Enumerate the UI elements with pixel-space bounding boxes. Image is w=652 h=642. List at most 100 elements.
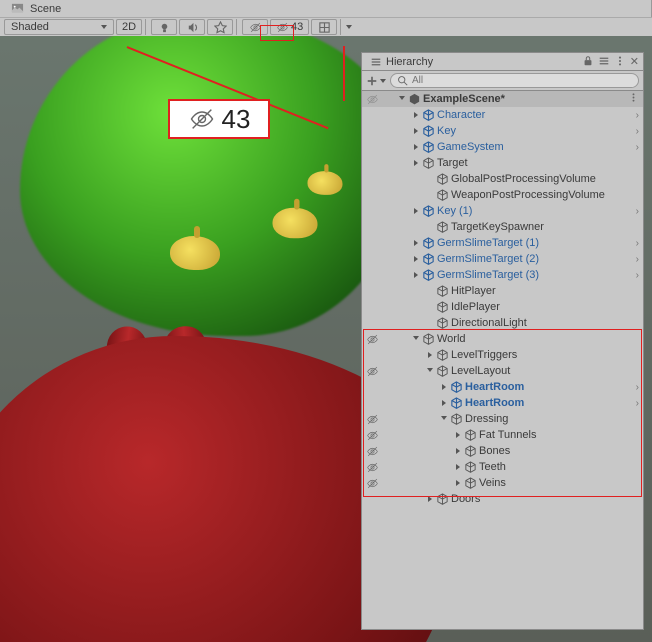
chevron-right-icon[interactable]: › (636, 270, 639, 281)
visibility-toggle[interactable] (362, 461, 382, 474)
foldout-toggle[interactable] (396, 96, 407, 103)
foldout-toggle[interactable] (410, 336, 421, 343)
gameobject-icon (421, 156, 435, 170)
foldout-toggle[interactable] (438, 416, 449, 423)
tree-row[interactable]: LevelTriggers (362, 347, 643, 363)
tree-row[interactable]: Bones (362, 443, 643, 459)
foldout-toggle[interactable] (438, 400, 449, 406)
gameobject-icon (435, 492, 449, 506)
chevron-right-icon[interactable]: › (636, 142, 639, 153)
chevron-right-icon[interactable]: › (636, 238, 639, 249)
chevron-right-icon[interactable]: › (636, 206, 639, 217)
tree-row[interactable]: HeartRoom› (362, 395, 643, 411)
scene-tab[interactable]: Scene (0, 0, 652, 17)
foldout-toggle[interactable] (410, 112, 421, 118)
create-button[interactable] (366, 75, 386, 87)
draw-mode-dropdown[interactable]: Shaded (4, 19, 114, 35)
foldout-toggle[interactable] (410, 160, 421, 166)
tree-row[interactable]: Target (362, 155, 643, 171)
tree-row[interactable]: TargetKeySpawner (362, 219, 643, 235)
dots-icon[interactable] (628, 92, 639, 106)
foldout-toggle[interactable] (452, 480, 463, 486)
tree-row[interactable]: GermSlimeTarget (2) › (362, 251, 643, 267)
chevron-down-icon (101, 25, 107, 29)
tree-row[interactable]: Doors (362, 491, 643, 507)
scene-name: ExampleScene* (423, 93, 505, 105)
item-label: DirectionalLight (451, 317, 527, 329)
lighting-toggle[interactable] (151, 19, 177, 35)
foldout-toggle[interactable] (452, 464, 463, 470)
tree-row[interactable]: GlobalPostProcessingVolume (362, 171, 643, 187)
item-label: Veins (479, 477, 506, 489)
chevron-down-icon[interactable] (346, 25, 352, 29)
foldout-toggle[interactable] (410, 208, 421, 214)
tree-row[interactable]: Dressing (362, 411, 643, 427)
foldout-toggle[interactable] (424, 368, 435, 375)
scene-visibility-toggle[interactable] (242, 19, 268, 35)
chevron-right-icon[interactable]: › (636, 254, 639, 265)
search-input[interactable] (390, 73, 639, 88)
tree-row[interactable]: Veins (362, 475, 643, 491)
tree-row[interactable]: Teeth (362, 459, 643, 475)
lock-icon[interactable] (582, 55, 594, 67)
tree-row[interactable]: Key› (362, 123, 643, 139)
hierarchy-tab[interactable]: Hierarchy (362, 53, 441, 70)
tree-row[interactable]: HeartRoom› (362, 379, 643, 395)
visibility-toggle[interactable] (362, 429, 382, 442)
tree-row[interactable]: LevelLayout (362, 363, 643, 379)
bars-icon[interactable] (598, 55, 610, 67)
foldout-toggle[interactable] (452, 432, 463, 438)
item-label: GermSlimeTarget (2) (437, 253, 539, 265)
tree-row[interactable]: DirectionalLight (362, 315, 643, 331)
visibility-toggle[interactable] (362, 477, 382, 490)
tree-row[interactable]: WeaponPostProcessingVolume (362, 187, 643, 203)
hierarchy-tree[interactable]: ExampleScene*Character›Key›GameSystem›Ta… (362, 91, 643, 629)
chevron-right-icon[interactable]: › (636, 398, 639, 409)
visibility-toggle[interactable] (362, 413, 382, 426)
item-label: Teeth (479, 461, 506, 473)
dots-icon[interactable] (614, 55, 626, 67)
close-icon[interactable]: ✕ (630, 55, 639, 68)
visibility-toggle[interactable] (362, 93, 382, 106)
foldout-toggle[interactable] (410, 240, 421, 246)
foldout-toggle[interactable] (410, 144, 421, 150)
hierarchy-icon (370, 56, 382, 68)
foldout-toggle[interactable] (452, 448, 463, 454)
tree-row[interactable]: World (362, 331, 643, 347)
scene-root-row[interactable]: ExampleScene* (362, 91, 643, 107)
chevron-right-icon[interactable]: › (636, 382, 639, 393)
foldout-toggle[interactable] (410, 256, 421, 262)
gameobject-icon (463, 444, 477, 458)
tree-row[interactable]: Key (1)› (362, 203, 643, 219)
chevron-right-icon[interactable]: › (636, 110, 639, 121)
foldout-toggle[interactable] (424, 352, 435, 358)
tree-row[interactable]: IdlePlayer (362, 299, 643, 315)
tree-row[interactable]: Fat Tunnels (362, 427, 643, 443)
chevron-down-icon (380, 79, 386, 83)
prefab-icon (421, 268, 435, 282)
item-label: Doors (451, 493, 480, 505)
tree-row[interactable]: Character› (362, 107, 643, 123)
foldout-toggle[interactable] (424, 496, 435, 502)
item-label: WeaponPostProcessingVolume (451, 189, 605, 201)
foldout-toggle[interactable] (410, 128, 421, 134)
audio-toggle[interactable] (179, 19, 205, 35)
item-label: GermSlimeTarget (1) (437, 237, 539, 249)
tree-row[interactable]: GermSlimeTarget (1) › (362, 235, 643, 251)
fx-toggle[interactable] (207, 19, 233, 35)
grid-toggle[interactable] (311, 19, 337, 35)
tree-row[interactable]: GermSlimeTarget (3)› (362, 267, 643, 283)
visibility-toggle[interactable] (362, 365, 382, 378)
foldout-toggle[interactable] (410, 272, 421, 278)
tree-row[interactable]: HitPlayer (362, 283, 643, 299)
visibility-toggle[interactable] (362, 445, 382, 458)
plus-icon (366, 75, 378, 87)
item-label: TargetKeySpawner (451, 221, 544, 233)
visibility-toggle[interactable] (362, 333, 382, 346)
2d-toggle[interactable]: 2D (116, 19, 142, 35)
hidden-objects-counter[interactable]: 43 (270, 19, 309, 35)
tree-row[interactable]: GameSystem› (362, 139, 643, 155)
chevron-right-icon[interactable]: › (636, 126, 639, 137)
foldout-toggle[interactable] (438, 384, 449, 390)
item-label: Bones (479, 445, 510, 457)
